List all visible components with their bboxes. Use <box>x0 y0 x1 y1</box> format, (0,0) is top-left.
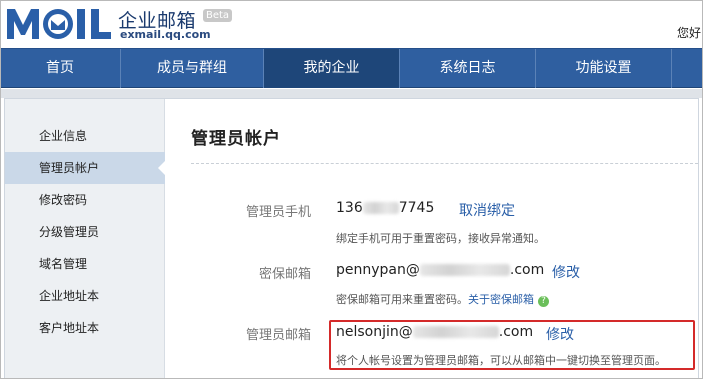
email-suffix: .com <box>509 262 545 278</box>
masked-domain <box>412 326 499 338</box>
header: 企业邮箱 exmail.qq.com Beta 您好 <box>0 0 703 48</box>
sidebar-item-sub-admins[interactable]: 分级管理员 <box>5 216 165 248</box>
sidebar-item-label: 管理员帐户 <box>39 161 100 175</box>
sidebar: 企业信息 管理员帐户 修改密码 分级管理员 域名管理 企业地址本 客户地址本 <box>5 99 166 379</box>
nav-members-groups[interactable]: 成员与群组 <box>121 49 263 88</box>
admin-email-label: 管理员邮箱 <box>245 328 311 343</box>
about-security-email-link[interactable]: 关于密保邮箱 <box>468 293 534 306</box>
active-arrow-icon <box>158 160 166 176</box>
unbind-phone-link[interactable]: 取消绑定 <box>459 200 515 220</box>
nav-system-log[interactable]: 系统日志 <box>400 49 535 88</box>
beta-badge: Beta <box>203 9 233 22</box>
email-prefix: pennypan@ <box>336 262 420 278</box>
admin-email-value: nelsonjin@ .com <box>336 324 533 340</box>
nav-home[interactable]: 首页 <box>0 49 120 88</box>
security-email-hint: 密保邮箱可用来重置密码。关于密保邮箱? <box>336 291 549 307</box>
sidebar-item-company-info[interactable]: 企业信息 <box>5 120 165 152</box>
sidebar-item-company-address-book[interactable]: 企业地址本 <box>5 280 165 312</box>
help-icon[interactable]: ? <box>538 296 549 307</box>
nav-feature-settings[interactable]: 功能设置 <box>536 49 671 88</box>
sidebar-item-client-address-book[interactable]: 客户地址本 <box>5 312 165 344</box>
main-nav: 首页 成员与群组 我的企业 系统日志 功能设置 <box>0 48 703 88</box>
hint-text: 密保邮箱可用来重置密码。 <box>336 293 468 306</box>
admin-phone-hint: 绑定手机可用于重置密码，接收异常通知。 <box>336 232 545 245</box>
masked-digits <box>362 202 399 214</box>
user-greeting: 您好 <box>677 26 702 40</box>
logo[interactable] <box>5 5 113 43</box>
sidebar-item-change-password[interactable]: 修改密码 <box>5 184 165 216</box>
admin-phone-label: 管理员手机 <box>245 205 311 220</box>
phone-suffix: 7745 <box>398 200 435 216</box>
email-suffix: .com <box>498 324 534 340</box>
modify-admin-email-link[interactable]: 修改 <box>546 324 574 344</box>
brand-url: exmail.qq.com <box>120 28 211 41</box>
page-title: 管理员帐户 <box>191 129 281 149</box>
email-prefix: nelsonjin@ <box>336 324 413 340</box>
admin-email-hint: 将个人帐号设置为管理员邮箱，可以从邮箱中一键切换至管理页面。 <box>336 354 666 367</box>
security-email-label: 密保邮箱 <box>258 267 311 282</box>
admin-phone-value: 136 7745 <box>336 200 434 216</box>
sidebar-item-domain-management[interactable]: 域名管理 <box>5 248 165 280</box>
nav-my-enterprise[interactable]: 我的企业 <box>264 49 399 88</box>
title-divider <box>191 163 698 164</box>
masked-domain <box>419 264 510 276</box>
modify-security-email-link[interactable]: 修改 <box>552 262 580 282</box>
phone-prefix: 136 <box>336 200 363 216</box>
security-email-value: pennypan@ .com <box>336 262 544 278</box>
nav-underbar <box>0 89 703 98</box>
sidebar-item-admin-account[interactable]: 管理员帐户 <box>5 152 166 184</box>
nav-divider <box>671 49 672 88</box>
